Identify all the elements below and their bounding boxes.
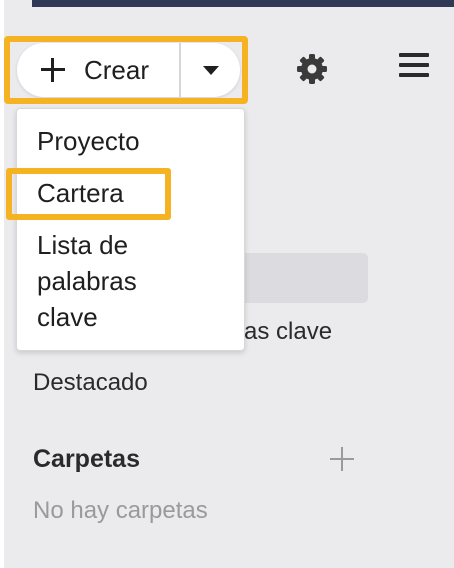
hamburger-menu-icon[interactable] (399, 53, 429, 77)
nav-item-keyword-lists-partial[interactable]: as clave (244, 318, 332, 346)
create-dropdown-menu: Proyecto Cartera Lista de palabras clave (16, 108, 245, 351)
menu-item-keyword-list-line2[interactable]: palabras (37, 263, 137, 299)
chevron-down-icon (202, 65, 219, 75)
menu-item-keyword-list-line3[interactable]: clave (37, 299, 98, 335)
menu-item-portfolio[interactable]: Cartera (37, 175, 124, 211)
create-button[interactable]: Crear (17, 43, 179, 97)
top-bar (32, 0, 454, 7)
folders-section-title: Carpetas (33, 445, 140, 473)
create-button-label: Crear (84, 54, 150, 85)
gear-icon[interactable] (296, 53, 328, 85)
menu-item-project[interactable]: Proyecto (37, 123, 140, 159)
create-dropdown-toggle[interactable] (181, 43, 240, 97)
add-folder-icon[interactable] (330, 447, 354, 471)
nav-item-featured[interactable]: Destacado (33, 369, 148, 397)
plus-icon (41, 58, 65, 82)
active-nav-item-bg[interactable] (244, 253, 368, 303)
folders-empty-text: No hay carpetas (33, 497, 208, 524)
menu-item-keyword-list-line1[interactable]: Lista de (37, 227, 128, 263)
create-split-button: Crear (17, 43, 240, 97)
